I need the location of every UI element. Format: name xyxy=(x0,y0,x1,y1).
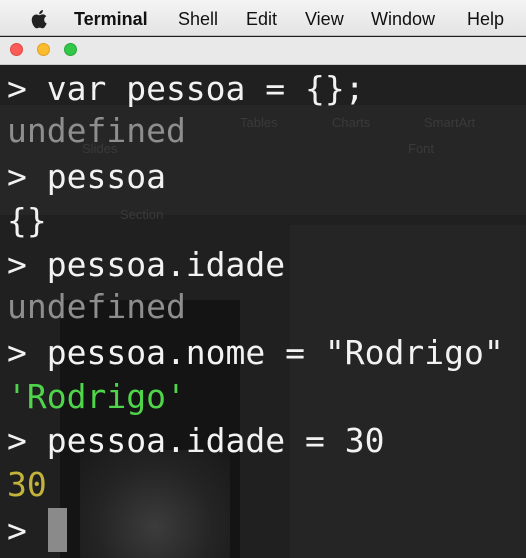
close-button[interactable] xyxy=(10,43,23,56)
menu-edit[interactable]: Edit xyxy=(246,8,277,30)
terminal-input-line: > pessoa.idade xyxy=(7,245,286,284)
background-label: Tables xyxy=(240,115,278,130)
terminal-input-line: > var pessoa = {}; xyxy=(7,69,365,108)
background-label: Section xyxy=(120,207,164,222)
menu-help[interactable]: Help xyxy=(467,8,504,30)
menu-bar: Terminal Shell Edit View Window Help xyxy=(0,0,526,36)
terminal-prompt-line[interactable]: > xyxy=(7,511,47,551)
terminal-output-line: 30 xyxy=(7,465,47,504)
screen: Terminal Shell Edit View Window Help Tab… xyxy=(0,0,526,558)
background-label: SmartArt xyxy=(424,115,476,130)
menu-view[interactable]: View xyxy=(305,8,344,30)
background-photo xyxy=(80,450,230,558)
terminal-input-line: > pessoa.nome = "Rodrigo" xyxy=(7,333,504,372)
minimize-button[interactable] xyxy=(37,43,50,56)
zoom-button[interactable] xyxy=(64,43,77,56)
apple-icon[interactable] xyxy=(30,8,50,30)
terminal-output-line: undefined xyxy=(7,111,186,150)
background-slide xyxy=(290,225,526,558)
menu-terminal[interactable]: Terminal xyxy=(74,8,148,30)
menu-window[interactable]: Window xyxy=(371,8,435,30)
terminal-output-line: undefined xyxy=(7,287,186,326)
terminal-output-line: {} xyxy=(7,201,47,240)
menu-shell[interactable]: Shell xyxy=(178,8,218,30)
terminal-input-line: > pessoa xyxy=(7,157,166,196)
window-title-bar xyxy=(0,37,526,65)
text-cursor xyxy=(48,508,67,552)
terminal-input-line: > pessoa.idade = 30 xyxy=(7,421,385,460)
background-label: Font xyxy=(408,141,435,156)
terminal-output-line: 'Rodrigo' xyxy=(7,377,186,416)
terminal-window[interactable]: Tables Charts SmartArt Slides Font Secti… xyxy=(0,65,526,558)
background-label: Charts xyxy=(332,115,371,130)
